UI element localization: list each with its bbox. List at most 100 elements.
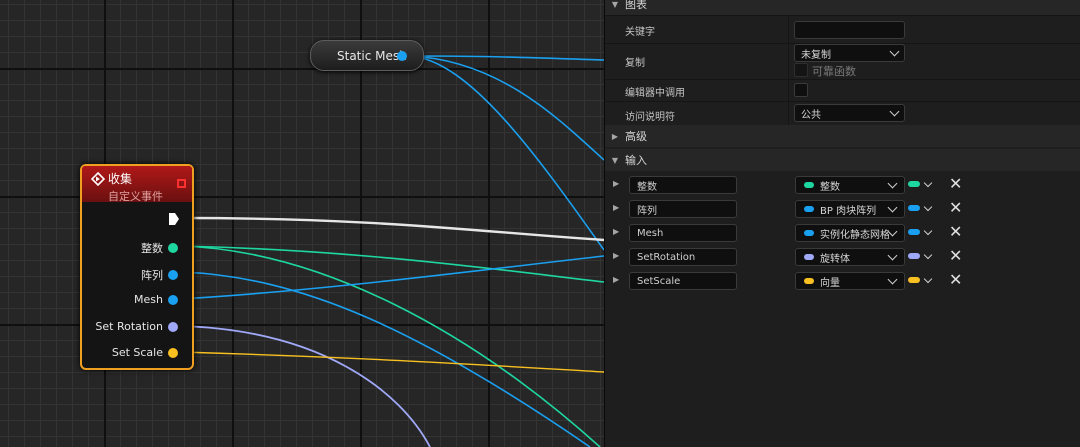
- wire-mesh: [179, 255, 604, 300]
- chevron-down-icon[interactable]: [923, 226, 933, 236]
- remove-input-icon[interactable]: ✕: [949, 271, 962, 289]
- event-node-header: 收集 自定义事件: [82, 166, 192, 203]
- input-name-field[interactable]: 阵列: [629, 200, 737, 218]
- category-inputs-label: 输入: [625, 154, 647, 167]
- details-panel: ▼ 图表 关键字 复制 未复制 可靠函数 编辑器中调用 访问说明符 公共 ▶ 高…: [604, 0, 1080, 447]
- exec-output-pin-icon[interactable]: [168, 212, 180, 226]
- pin-label: 阵列: [141, 269, 163, 282]
- remove-input-icon[interactable]: ✕: [949, 175, 962, 193]
- row-keyword: 关键字: [605, 15, 1080, 43]
- input-name-field[interactable]: SetScale: [629, 272, 737, 290]
- chevron-down-icon[interactable]: [923, 202, 933, 212]
- chevron-down-icon[interactable]: [923, 274, 933, 284]
- input-row-set-scale: ▶ SetScale 向量 ✕: [605, 269, 1080, 293]
- chevron-down-icon: [887, 250, 898, 260]
- access-value: 公共: [801, 109, 821, 121]
- reliable-checkbox[interactable]: [794, 63, 808, 77]
- row-access-specifier: 访问说明符 公共: [605, 101, 1080, 126]
- type-color-pill: [804, 278, 814, 284]
- replicate-label: 复制: [625, 58, 645, 69]
- pin-row-integer[interactable]: 整数: [141, 240, 178, 256]
- input-name-field[interactable]: 整数: [629, 176, 737, 194]
- row-replicate: 复制 未复制 可靠函数: [605, 43, 1080, 79]
- access-label: 访问说明符: [625, 112, 675, 123]
- wire-integer-2: [179, 245, 601, 447]
- type-color-pill: [804, 230, 814, 236]
- input-type-dropdown[interactable]: 实例化静态网格: [795, 224, 905, 242]
- container-type-icon[interactable]: [908, 229, 920, 235]
- pin-rotation-dot[interactable]: [168, 321, 178, 332]
- remove-input-icon[interactable]: ✕: [949, 199, 962, 217]
- category-inputs[interactable]: ▼ 输入: [605, 149, 1080, 171]
- chevron-down-icon: [887, 274, 898, 284]
- wire-static-mesh-2: [409, 55, 604, 161]
- replicate-dropdown[interactable]: 未复制: [794, 44, 905, 62]
- input-type-dropdown[interactable]: BP 肉块阵列: [795, 200, 905, 218]
- column-divider: [788, 102, 789, 126]
- input-type-dropdown[interactable]: 整数: [795, 176, 905, 194]
- pin-integer-dot[interactable]: [168, 243, 178, 253]
- static-mesh-node[interactable]: Static Mesh: [310, 40, 424, 71]
- expand-arrow-icon[interactable]: ▶: [605, 132, 625, 141]
- pin-mesh-dot[interactable]: [168, 294, 178, 305]
- container-type-icon[interactable]: [908, 205, 920, 211]
- input-type-label: 整数: [820, 181, 840, 193]
- input-name-field[interactable]: SetRotation: [629, 248, 737, 266]
- remove-input-icon[interactable]: ✕: [949, 247, 962, 265]
- pin-scale-dot[interactable]: [168, 347, 178, 358]
- category-graph[interactable]: ▼ 图表: [605, 0, 1080, 15]
- input-row-array: ▶ 阵列 BP 肉块阵列 ✕: [605, 197, 1080, 221]
- input-type-label: 实例化静态网格: [820, 229, 889, 241]
- pin-row-set-rotation[interactable]: Set Rotation: [95, 320, 178, 333]
- row-call-in-editor: 编辑器中调用: [605, 79, 1080, 101]
- chevron-down-icon: [889, 46, 900, 56]
- collapse-arrow-icon[interactable]: ▼: [605, 0, 625, 9]
- input-row-set-rotation: ▶ SetRotation 旋转体 ✕: [605, 245, 1080, 269]
- pin-row-set-scale[interactable]: Set Scale: [112, 346, 178, 359]
- pin-label: Mesh: [134, 293, 163, 306]
- input-type-label: 旋转体: [820, 253, 850, 265]
- expand-arrow-icon[interactable]: ▶: [613, 227, 619, 236]
- keyword-label: 关键字: [625, 27, 655, 38]
- expand-arrow-icon[interactable]: ▶: [613, 203, 619, 212]
- call-in-editor-checkbox[interactable]: [794, 83, 808, 97]
- type-color-pill: [804, 182, 814, 188]
- collapse-arrow-icon[interactable]: ▼: [605, 156, 625, 165]
- access-dropdown[interactable]: 公共: [794, 104, 905, 122]
- chevron-down-icon: [887, 178, 898, 188]
- input-name-field[interactable]: Mesh: [629, 224, 737, 242]
- static-mesh-output-pin[interactable]: [397, 51, 407, 61]
- chevron-down-icon[interactable]: [923, 178, 933, 188]
- blueprint-graph-canvas[interactable]: Static Mesh 收集 自定义事件 整数 阵列 Mesh Set Rota…: [0, 0, 604, 447]
- container-type-icon[interactable]: [908, 253, 920, 259]
- pin-row-mesh[interactable]: Mesh: [134, 293, 178, 306]
- category-graph-label: 图表: [625, 0, 647, 11]
- pin-array-dot[interactable]: [168, 270, 178, 280]
- input-type-label: 向量: [820, 277, 840, 289]
- chevron-down-icon: [889, 106, 900, 116]
- call-in-editor-label: 编辑器中调用: [625, 88, 685, 99]
- column-divider: [788, 44, 789, 79]
- container-type-icon[interactable]: [908, 277, 920, 283]
- expand-arrow-icon[interactable]: ▶: [613, 275, 619, 284]
- category-advanced[interactable]: ▶ 高级: [605, 125, 1080, 147]
- expand-arrow-icon[interactable]: ▶: [613, 251, 619, 260]
- container-type-icon[interactable]: [908, 181, 920, 187]
- wire-rotation: [179, 325, 431, 447]
- wire-scale: [179, 351, 604, 373]
- event-subtitle: 自定义事件: [108, 190, 163, 203]
- input-type-dropdown[interactable]: 旋转体: [795, 248, 905, 266]
- type-color-pill: [804, 206, 814, 212]
- pin-row-array[interactable]: 阵列: [141, 267, 178, 283]
- delegate-pin-icon[interactable]: [177, 179, 186, 188]
- event-diamond-icon: [91, 172, 105, 186]
- reliable-label: 可靠函数: [812, 65, 856, 78]
- chevron-down-icon[interactable]: [923, 250, 933, 260]
- input-type-label: BP 肉块阵列: [820, 205, 877, 217]
- custom-event-node[interactable]: 收集 自定义事件 整数 阵列 Mesh Set Rotation Set Sca…: [80, 164, 194, 370]
- type-color-pill: [804, 254, 814, 260]
- expand-arrow-icon[interactable]: ▶: [613, 179, 619, 188]
- remove-input-icon[interactable]: ✕: [949, 223, 962, 241]
- keyword-input[interactable]: [794, 21, 905, 39]
- input-type-dropdown[interactable]: 向量: [795, 272, 905, 290]
